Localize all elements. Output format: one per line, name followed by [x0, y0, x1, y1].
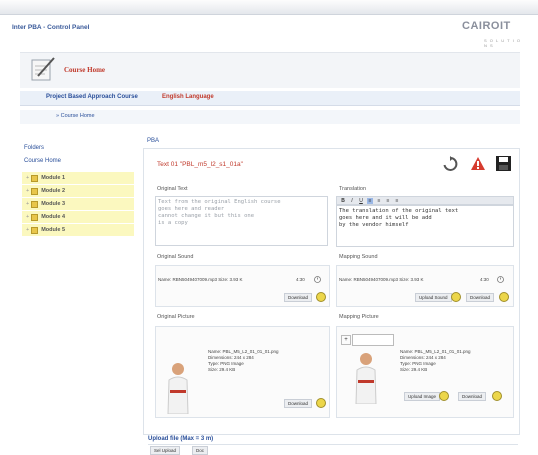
mapping-sound-duration: 4:30 [480, 277, 489, 282]
panel-legend: PBA [147, 138, 160, 144]
original-picture-download-button[interactable]: Download [284, 399, 313, 408]
lock-icon [31, 200, 39, 208]
expand-icon[interactable]: + [26, 175, 29, 181]
play-icon[interactable] [439, 391, 449, 401]
mapping-picture-meta: Name: PBL_M5_L2_01_01_01.png Dimensions:… [400, 349, 471, 373]
breadcrumb-label[interactable]: Course Home [61, 113, 95, 119]
meta-line: Size: 29.4 KB [208, 367, 236, 372]
play-icon[interactable] [451, 292, 461, 302]
clock-icon [497, 276, 504, 283]
upload-image-button[interactable]: Upload Image [404, 392, 441, 401]
file-path-input[interactable] [352, 334, 394, 346]
original-sound-label: Original Sound [157, 254, 194, 260]
translation-area[interactable]: The translation of the original text goe… [336, 205, 514, 247]
course-title: Course Home [64, 66, 106, 74]
text-id-value: "PBL_m5_l2_s1_01a" [179, 161, 243, 168]
mapping-picture-download-button[interactable]: Download [458, 392, 487, 401]
mapping-sound-label: Mapping Sound [339, 254, 378, 260]
expand-icon[interactable]: + [26, 214, 29, 220]
mapping-sound-download-button[interactable]: Download [466, 293, 495, 302]
original-text-label: Original Text [157, 186, 188, 192]
editor-toolbar: B I U ≡ ≡ ≡ ≡ [336, 196, 514, 205]
add-icon[interactable]: + [341, 335, 351, 345]
breadcrumb-bar [20, 110, 520, 124]
mapping-sound-info: Name: RBN5049407009.mp3 Size: 3.93 K [339, 277, 424, 282]
italic-icon[interactable]: I [349, 198, 355, 204]
app-title: Inter PBA - Control Panel [12, 24, 90, 31]
lock-icon [31, 226, 39, 234]
module-label: Module 2 [41, 188, 66, 194]
lock-icon [31, 213, 39, 221]
text-id: Text 01 "PBL_m5_l2_s1_01a" [157, 161, 243, 168]
justify-icon[interactable]: ≡ [394, 198, 400, 204]
expand-icon[interactable]: + [26, 227, 29, 233]
nav-item-course[interactable]: Project Based Approach Course [46, 94, 138, 100]
text-id-prefix: Text 01 [157, 161, 178, 168]
original-picture-meta: Name: PBL_M5_L2_01_01_01.png Dimensions:… [208, 349, 279, 373]
underline-icon[interactable]: U [358, 198, 364, 204]
refresh-icon[interactable] [442, 156, 458, 172]
module-item-3[interactable]: + Module 3 [22, 198, 134, 210]
warning-icon[interactable] [470, 156, 486, 172]
person-image [167, 363, 189, 414]
upload-select-button[interactable]: Sel Upload [150, 446, 181, 455]
align-center-icon[interactable]: ≡ [376, 198, 382, 204]
person-image [355, 353, 377, 404]
module-label: Module 5 [41, 227, 66, 233]
brand-name: CAIROIT [462, 20, 511, 32]
play-icon[interactable] [316, 292, 326, 302]
module-list: + Module 1 + Module 2 + Module 3 + Module 4 … [22, 172, 134, 237]
original-picture-label: Original Picture [157, 314, 195, 320]
align-right-icon[interactable]: ≡ [385, 198, 391, 204]
play-icon[interactable] [499, 292, 509, 302]
brand-sub: S O L U T I O N S [484, 38, 521, 48]
lock-icon [31, 187, 39, 195]
original-text-area[interactable]: Text from the original English course go… [155, 196, 328, 246]
clock-icon [314, 276, 321, 283]
original-sound-info: Name: RBN5049407009.mp3 Size: 3.93 K [158, 277, 243, 282]
module-label: Module 3 [41, 201, 66, 207]
upload-sound-button[interactable]: Upload Sound [415, 293, 452, 302]
module-item-5[interactable]: + Module 5 [22, 224, 134, 236]
save-icon[interactable] [496, 156, 511, 171]
play-icon[interactable] [492, 391, 502, 401]
browser-top-bar [0, 0, 538, 15]
expand-icon[interactable]: + [26, 201, 29, 207]
lock-icon [31, 174, 39, 182]
brand-logo: CAIROIT S O L U T I O N S [462, 20, 524, 50]
play-icon[interactable] [316, 398, 326, 408]
align-left-icon[interactable]: ≡ [367, 197, 373, 204]
original-sound-download-button[interactable]: Download [284, 293, 313, 302]
translation-label: Translation [339, 186, 367, 192]
breadcrumb[interactable]: » Course Home [56, 113, 95, 119]
upload-section-title: Upload file (Max = 3 m) [148, 436, 214, 442]
nav-item-english[interactable]: English Language [162, 94, 214, 100]
tree-root[interactable]: Course Home [24, 158, 61, 164]
sidebar-title: Folders [24, 145, 45, 151]
module-item-1[interactable]: + Module 1 [22, 172, 134, 184]
module-item-4[interactable]: + Module 4 [22, 211, 134, 223]
upload-doc-button[interactable]: Doc [192, 446, 209, 455]
bold-icon[interactable]: B [340, 198, 346, 204]
expand-icon[interactable]: + [26, 188, 29, 194]
module-item-2[interactable]: + Module 2 [22, 185, 134, 197]
mapping-picture-label: Mapping Picture [339, 314, 379, 320]
module-label: Module 4 [41, 214, 66, 220]
notepad-icon [31, 57, 55, 81]
original-sound-duration: 4:30 [296, 277, 305, 282]
module-label: Module 1 [41, 175, 66, 181]
meta-line: Size: 29.4 KB [400, 367, 428, 372]
